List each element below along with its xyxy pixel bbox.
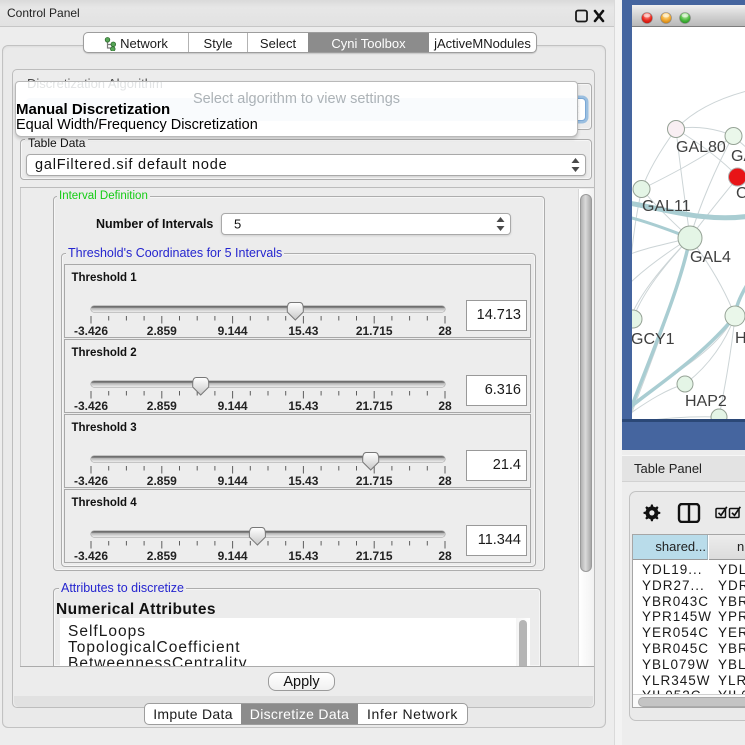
svg-text:GAL11: GAL11 bbox=[642, 198, 691, 215]
svg-text:GA: GA bbox=[731, 148, 745, 165]
svg-text:C: C bbox=[736, 185, 745, 202]
svg-text:GAL4: GAL4 bbox=[690, 249, 731, 266]
svg-text:HAP2: HAP2 bbox=[685, 393, 727, 410]
svg-text:GAL80: GAL80 bbox=[676, 139, 726, 156]
svg-text:H: H bbox=[735, 330, 745, 347]
svg-text:GCY1: GCY1 bbox=[632, 331, 675, 348]
